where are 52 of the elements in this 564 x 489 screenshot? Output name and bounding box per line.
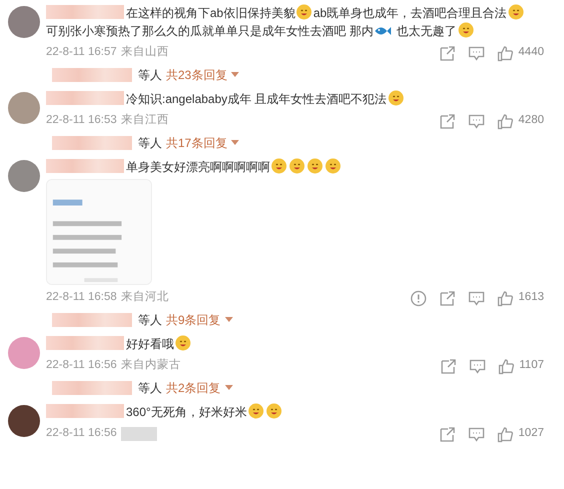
like-icon[interactable] (497, 44, 514, 62)
comment-icon[interactable] (468, 112, 486, 130)
share-icon[interactable] (439, 290, 456, 306)
comment-location: 来自江西 (120, 112, 169, 128)
comment-text: 单身美女好漂亮啊啊啊啊啊 (126, 160, 270, 174)
comment-icon[interactable] (468, 44, 486, 62)
comment-time: 22-8-11 16:58 (46, 290, 117, 306)
comment-time: 22-8-11 16:56 (46, 358, 117, 374)
caret-icon[interactable] (224, 385, 233, 391)
like-count: 1107 (519, 358, 544, 374)
like-count: 4440 (518, 45, 544, 60)
reply-users-text: 等人 (138, 312, 162, 329)
like-icon[interactable] (497, 290, 514, 306)
caret-icon[interactable] (224, 317, 233, 323)
comment-text: ab既单身也成年，去酒吧合理且合法 (313, 6, 507, 20)
comment-text: 冷知识:angelababy成年 且成年女性去酒吧不犯法 (126, 92, 387, 106)
comment-location: 来自内蒙古 (120, 358, 181, 374)
replies-link[interactable]: 共2条回复 (166, 379, 221, 397)
like-icon[interactable] (497, 112, 514, 130)
like-count: 1613 (518, 290, 544, 306)
like-count: 4280 (518, 113, 544, 128)
comment-text: 在这样的视角下ab依旧保持美貌 (126, 6, 296, 20)
reply-users-text: 等人 (138, 135, 162, 152)
avatar[interactable] (8, 405, 40, 437)
share-icon[interactable] (439, 44, 456, 62)
share-icon[interactable] (440, 358, 458, 374)
like-icon[interactable] (498, 358, 516, 374)
comment-text: 360°无死角，好米好米 (126, 405, 247, 419)
comment-location: 来自河北 (120, 290, 169, 306)
comment-icon[interactable] (468, 290, 486, 306)
reply-users-text: 等人 (138, 67, 162, 84)
share-icon[interactable] (439, 426, 456, 442)
comment-icon[interactable] (468, 426, 486, 442)
comment-location: 来自山西 (120, 44, 169, 60)
comment-text: 好好看哦 (126, 337, 174, 351)
like-icon[interactable] (497, 426, 514, 442)
reply-users-text: 等人 (138, 380, 162, 397)
comment-time: 22-8-11 16:53 (46, 113, 117, 128)
replies-link[interactable]: 共9条回复 (166, 311, 221, 329)
comment-time: 22-8-11 16:57 (46, 45, 117, 60)
comment-icon[interactable] (469, 358, 486, 374)
caret-icon[interactable] (231, 72, 240, 78)
report-icon[interactable] (410, 290, 428, 306)
like-count: 1027 (518, 426, 544, 442)
replies-link[interactable]: 共17条回复 (166, 134, 228, 152)
comment-time: 22-8-11 16:56 (46, 426, 117, 442)
comment-text: 寒预热了那么久的瓜就单单只是成年女性去酒吧 那内 (94, 24, 374, 38)
caret-icon[interactable] (231, 140, 240, 146)
replies-link[interactable]: 共23条回复 (166, 66, 228, 84)
share-icon[interactable] (439, 112, 456, 130)
comment-text: 可别张小 (46, 24, 94, 38)
comment-text: 也太无趣了 (396, 24, 457, 38)
